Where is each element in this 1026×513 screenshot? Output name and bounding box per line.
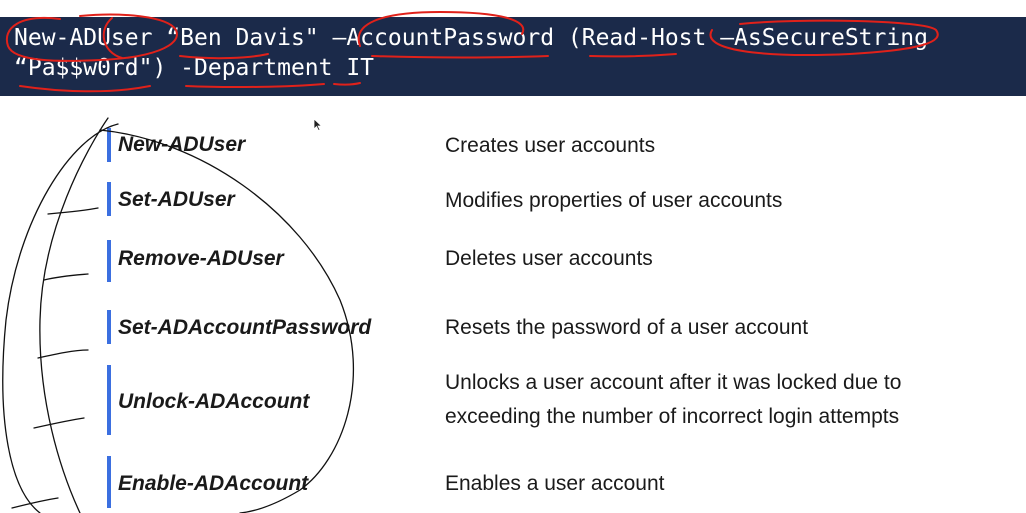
tick-mark	[11, 497, 59, 509]
cmdlet-desc-remove-aduser: Deletes user accounts	[445, 247, 653, 270]
tick-mark	[33, 417, 85, 429]
accent-bar	[107, 310, 111, 344]
mouse-pointer-icon	[313, 118, 323, 132]
cmdlet-name-unlock-adaccount: Unlock-ADAccount	[118, 390, 310, 413]
accent-bar	[107, 456, 111, 508]
cmdlet-name-set-adaccountpassword: Set-ADAccountPassword	[118, 316, 372, 339]
cmdlet-desc-set-adaccountpassword: Resets the password of a user account	[445, 316, 809, 339]
cmdlet-desc-unlock-adaccount-line1: Unlocks a user account after it was lock…	[445, 371, 902, 394]
tick-mark	[47, 207, 99, 215]
tick-mark	[43, 273, 89, 281]
accent-bar	[107, 182, 111, 216]
command-example-banner: New-ADUser “Ben Davis" –AccountPassword …	[0, 17, 1026, 96]
command-line-1: New-ADUser “Ben Davis" –AccountPassword …	[14, 25, 928, 51]
cmdlet-desc-enable-adaccount: Enables a user account	[445, 472, 665, 495]
cmdlet-name-set-aduser: Set-ADUser	[118, 188, 235, 211]
outer-oval-left	[2, 123, 119, 513]
accent-bar	[107, 240, 111, 282]
cmdlet-name-remove-aduser: Remove-ADUser	[118, 247, 284, 270]
cmdlet-name-enable-adaccount: Enable-ADAccount	[118, 472, 309, 495]
cmdlet-desc-set-aduser: Modifies properties of user accounts	[445, 189, 783, 212]
cmdlet-desc-new-aduser: Creates user accounts	[445, 134, 656, 157]
inner-oval-left	[39, 117, 109, 513]
accent-bar	[107, 128, 111, 162]
slide: New-ADUser “Ben Davis" –AccountPassword …	[0, 0, 1026, 513]
cmdlet-name-new-aduser: New-ADUser	[118, 133, 246, 156]
accent-bar	[107, 365, 111, 435]
tick-mark	[37, 349, 89, 359]
cmdlet-desc-unlock-adaccount-line2: exceeding the number of incorrect login …	[445, 405, 900, 428]
command-line-2: “Pa$$w0rd") -Department IT	[14, 55, 375, 81]
